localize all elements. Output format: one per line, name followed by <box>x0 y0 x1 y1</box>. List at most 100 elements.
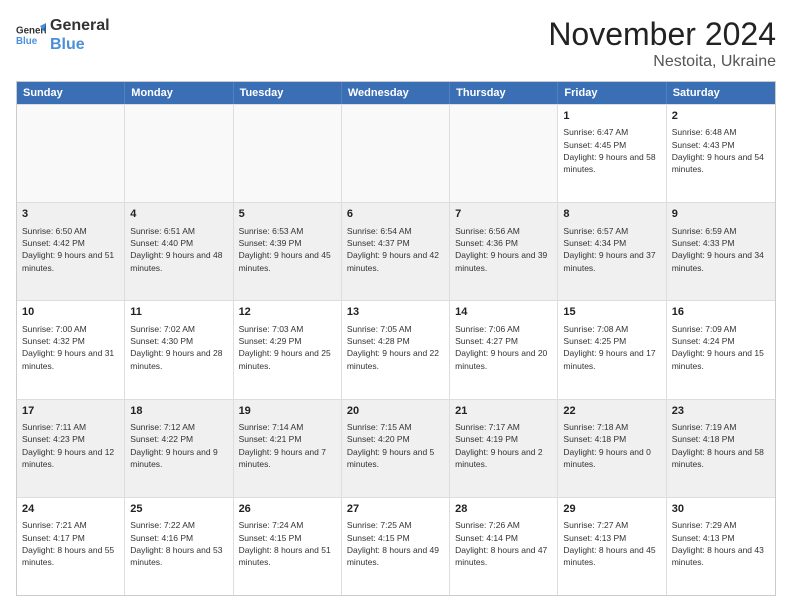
calendar-cell: 23 Sunrise: 7:19 AM Sunset: 4:18 PM Dayli… <box>667 400 775 497</box>
day-number: 22 <box>563 404 660 419</box>
day-number: 17 <box>22 404 119 419</box>
cell-info: Sunrise: 7:21 AM Sunset: 4:17 PM Dayligh… <box>22 519 119 568</box>
cell-info: Sunrise: 7:26 AM Sunset: 4:14 PM Dayligh… <box>455 519 552 568</box>
day-number: 6 <box>347 207 444 222</box>
calendar-cell <box>17 105 125 202</box>
cell-info: Sunrise: 6:53 AM Sunset: 4:39 PM Dayligh… <box>239 225 336 274</box>
cell-info: Sunrise: 7:24 AM Sunset: 4:15 PM Dayligh… <box>239 519 336 568</box>
calendar-header-cell: Thursday <box>450 82 558 104</box>
day-number: 29 <box>563 502 660 517</box>
calendar-cell: 22 Sunrise: 7:18 AM Sunset: 4:18 PM Dayli… <box>558 400 666 497</box>
calendar-cell: 29 Sunrise: 7:27 AM Sunset: 4:13 PM Dayli… <box>558 498 666 595</box>
day-number: 21 <box>455 404 552 419</box>
day-number: 2 <box>672 109 770 124</box>
calendar-header-cell: Saturday <box>667 82 775 104</box>
cell-info: Sunrise: 7:02 AM Sunset: 4:30 PM Dayligh… <box>130 323 227 372</box>
logo: General Blue General Blue <box>16 16 110 54</box>
cell-info: Sunrise: 7:00 AM Sunset: 4:32 PM Dayligh… <box>22 323 119 372</box>
day-number: 3 <box>22 207 119 222</box>
day-number: 12 <box>239 305 336 320</box>
cell-info: Sunrise: 7:03 AM Sunset: 4:29 PM Dayligh… <box>239 323 336 372</box>
calendar-cell: 6 Sunrise: 6:54 AM Sunset: 4:37 PM Daylig… <box>342 203 450 300</box>
calendar-cell: 12 Sunrise: 7:03 AM Sunset: 4:29 PM Dayli… <box>234 301 342 398</box>
day-number: 1 <box>563 109 660 124</box>
calendar-cell: 5 Sunrise: 6:53 AM Sunset: 4:39 PM Daylig… <box>234 203 342 300</box>
calendar-header-cell: Tuesday <box>234 82 342 104</box>
day-number: 26 <box>239 502 336 517</box>
calendar-cell <box>234 105 342 202</box>
calendar-cell <box>125 105 233 202</box>
day-number: 27 <box>347 502 444 517</box>
day-number: 24 <box>22 502 119 517</box>
day-number: 9 <box>672 207 770 222</box>
cell-info: Sunrise: 7:29 AM Sunset: 4:13 PM Dayligh… <box>672 519 770 568</box>
day-number: 28 <box>455 502 552 517</box>
calendar-cell: 14 Sunrise: 7:06 AM Sunset: 4:27 PM Dayli… <box>450 301 558 398</box>
day-number: 23 <box>672 404 770 419</box>
calendar-cell: 28 Sunrise: 7:26 AM Sunset: 4:14 PM Dayli… <box>450 498 558 595</box>
calendar-body: 1 Sunrise: 6:47 AM Sunset: 4:45 PM Daylig… <box>17 104 775 595</box>
cell-info: Sunrise: 7:09 AM Sunset: 4:24 PM Dayligh… <box>672 323 770 372</box>
day-number: 20 <box>347 404 444 419</box>
day-number: 8 <box>563 207 660 222</box>
page-subtitle: Nestoita, Ukraine <box>548 53 776 71</box>
calendar-row: 1 Sunrise: 6:47 AM Sunset: 4:45 PM Daylig… <box>17 104 775 202</box>
day-number: 25 <box>130 502 227 517</box>
title-block: November 2024 Nestoita, Ukraine <box>548 16 776 71</box>
cell-info: Sunrise: 6:54 AM Sunset: 4:37 PM Dayligh… <box>347 225 444 274</box>
calendar-cell <box>450 105 558 202</box>
day-number: 11 <box>130 305 227 320</box>
calendar-cell: 2 Sunrise: 6:48 AM Sunset: 4:43 PM Daylig… <box>667 105 775 202</box>
cell-info: Sunrise: 7:14 AM Sunset: 4:21 PM Dayligh… <box>239 421 336 470</box>
cell-info: Sunrise: 7:19 AM Sunset: 4:18 PM Dayligh… <box>672 421 770 470</box>
calendar-cell: 26 Sunrise: 7:24 AM Sunset: 4:15 PM Dayli… <box>234 498 342 595</box>
calendar-cell: 17 Sunrise: 7:11 AM Sunset: 4:23 PM Dayli… <box>17 400 125 497</box>
cell-info: Sunrise: 7:08 AM Sunset: 4:25 PM Dayligh… <box>563 323 660 372</box>
logo-icon: General Blue <box>16 20 46 50</box>
cell-info: Sunrise: 6:47 AM Sunset: 4:45 PM Dayligh… <box>563 126 660 175</box>
calendar-cell: 21 Sunrise: 7:17 AM Sunset: 4:19 PM Dayli… <box>450 400 558 497</box>
calendar-row: 3 Sunrise: 6:50 AM Sunset: 4:42 PM Daylig… <box>17 202 775 300</box>
cell-info: Sunrise: 6:50 AM Sunset: 4:42 PM Dayligh… <box>22 225 119 274</box>
calendar-header-cell: Monday <box>125 82 233 104</box>
calendar-header: SundayMondayTuesdayWednesdayThursdayFrid… <box>17 82 775 104</box>
calendar-cell: 7Sunrise: 6:56 AM Sunset: 4:36 PM Daylig… <box>450 203 558 300</box>
cell-info: Sunrise: 6:48 AM Sunset: 4:43 PM Dayligh… <box>672 126 770 175</box>
calendar-cell: 30 Sunrise: 7:29 AM Sunset: 4:13 PM Dayli… <box>667 498 775 595</box>
cell-info: Sunrise: 7:25 AM Sunset: 4:15 PM Dayligh… <box>347 519 444 568</box>
day-number: 5 <box>239 207 336 222</box>
day-number: 4 <box>130 207 227 222</box>
page-title: November 2024 <box>548 16 776 53</box>
cell-info: Sunrise: 7:22 AM Sunset: 4:16 PM Dayligh… <box>130 519 227 568</box>
calendar-cell: 25 Sunrise: 7:22 AM Sunset: 4:16 PM Dayli… <box>125 498 233 595</box>
calendar-header-cell: Wednesday <box>342 82 450 104</box>
calendar-cell: 8 Sunrise: 6:57 AM Sunset: 4:34 PM Daylig… <box>558 203 666 300</box>
svg-text:Blue: Blue <box>16 36 38 47</box>
cell-info: Sunrise: 6:56 AM Sunset: 4:36 PM Dayligh… <box>455 225 552 274</box>
cell-info: Sunrise: 7:11 AM Sunset: 4:23 PM Dayligh… <box>22 421 119 470</box>
calendar-cell: 20 Sunrise: 7:15 AM Sunset: 4:20 PM Dayli… <box>342 400 450 497</box>
calendar-row: 24 Sunrise: 7:21 AM Sunset: 4:17 PM Dayli… <box>17 497 775 595</box>
day-number: 30 <box>672 502 770 517</box>
cell-info: Sunrise: 6:57 AM Sunset: 4:34 PM Dayligh… <box>563 225 660 274</box>
calendar-cell <box>342 105 450 202</box>
calendar: SundayMondayTuesdayWednesdayThursdayFrid… <box>16 81 776 596</box>
cell-info: Sunrise: 7:27 AM Sunset: 4:13 PM Dayligh… <box>563 519 660 568</box>
calendar-cell: 15 Sunrise: 7:08 AM Sunset: 4:25 PM Dayli… <box>558 301 666 398</box>
day-number: 14 <box>455 305 552 320</box>
calendar-row: 10Sunrise: 7:00 AM Sunset: 4:32 PM Dayli… <box>17 300 775 398</box>
calendar-cell: 19Sunrise: 7:14 AM Sunset: 4:21 PM Dayli… <box>234 400 342 497</box>
logo-line1: General <box>50 16 110 35</box>
calendar-header-cell: Sunday <box>17 82 125 104</box>
cell-info: Sunrise: 7:17 AM Sunset: 4:19 PM Dayligh… <box>455 421 552 470</box>
calendar-cell: 10Sunrise: 7:00 AM Sunset: 4:32 PM Dayli… <box>17 301 125 398</box>
cell-info: Sunrise: 7:15 AM Sunset: 4:20 PM Dayligh… <box>347 421 444 470</box>
cell-info: Sunrise: 7:06 AM Sunset: 4:27 PM Dayligh… <box>455 323 552 372</box>
calendar-cell: 9Sunrise: 6:59 AM Sunset: 4:33 PM Daylig… <box>667 203 775 300</box>
cell-info: Sunrise: 7:18 AM Sunset: 4:18 PM Dayligh… <box>563 421 660 470</box>
calendar-cell: 16Sunrise: 7:09 AM Sunset: 4:24 PM Dayli… <box>667 301 775 398</box>
calendar-cell: 27 Sunrise: 7:25 AM Sunset: 4:15 PM Dayli… <box>342 498 450 595</box>
day-number: 15 <box>563 305 660 320</box>
calendar-cell: 4Sunrise: 6:51 AM Sunset: 4:40 PM Daylig… <box>125 203 233 300</box>
calendar-row: 17 Sunrise: 7:11 AM Sunset: 4:23 PM Dayli… <box>17 399 775 497</box>
